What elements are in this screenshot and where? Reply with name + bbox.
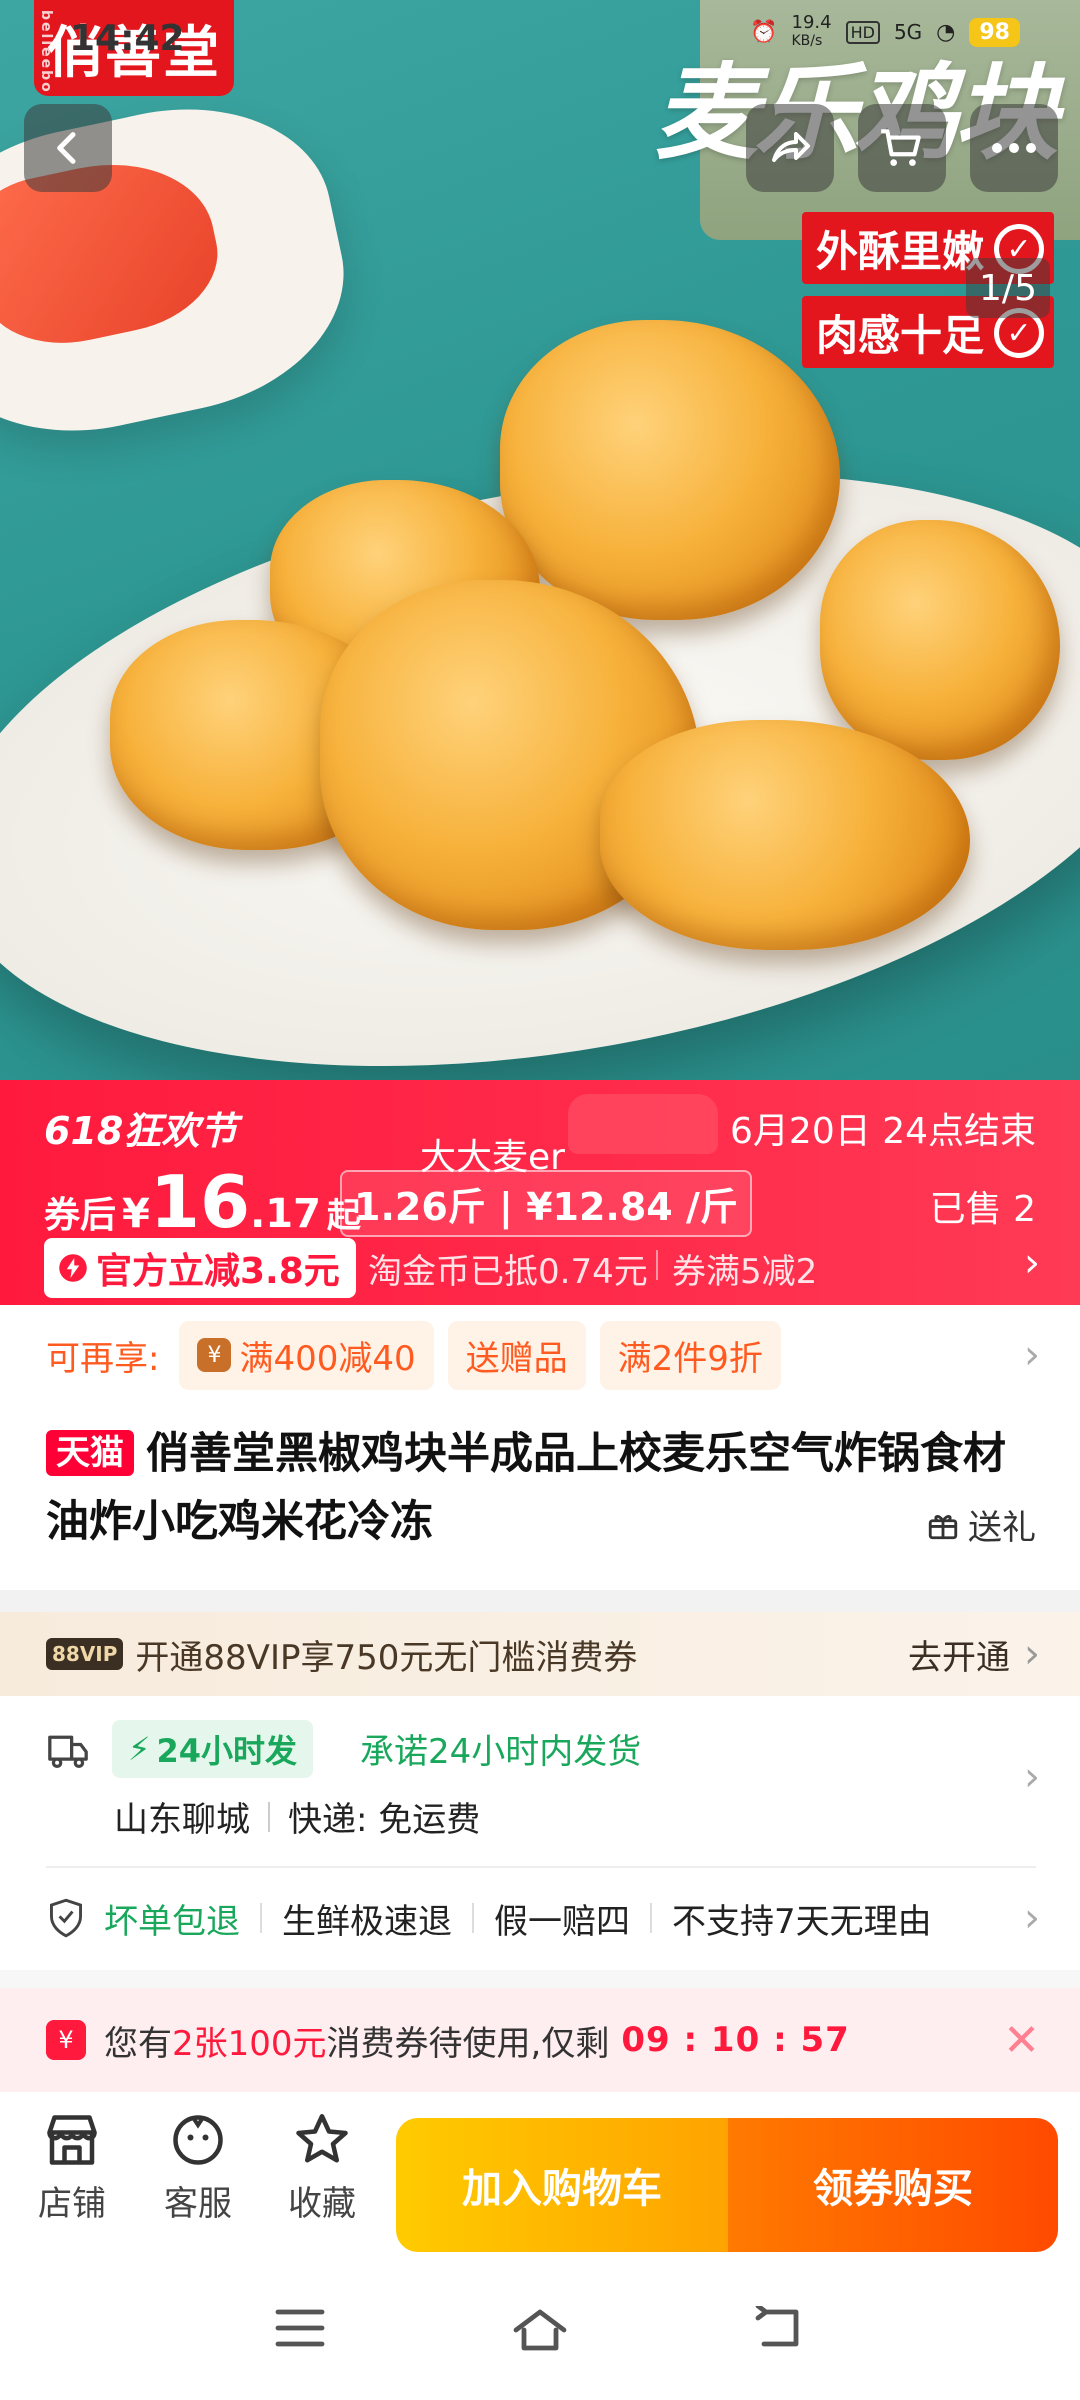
cart-button[interactable] xyxy=(858,104,946,192)
promo-end-time: 6月20日 24点结束 xyxy=(730,1111,1036,1152)
cart-icon xyxy=(881,129,921,166)
lightning-icon xyxy=(59,1254,87,1282)
guarantee-item: 假一赔四 xyxy=(494,1901,630,1942)
guarantee-item: 不支持7天无理由 xyxy=(672,1901,932,1942)
extra-benefits-row[interactable]: 可再享: ¥ 满400减40 送赠品 满2件9折 › xyxy=(0,1305,1080,1405)
status-time: 14:42 xyxy=(70,18,185,59)
chevron-right-icon[interactable]: › xyxy=(1024,1332,1040,1378)
fast-ship-badge: ⚡ 24小时发 xyxy=(112,1720,314,1778)
claim-coupon-buy-button[interactable]: 领券购买 xyxy=(728,2118,1058,2252)
chicken-nugget xyxy=(500,320,840,620)
lightning-icon: ⚡ xyxy=(128,1730,151,1768)
gift-icon xyxy=(928,1514,958,1539)
divider xyxy=(472,1903,474,1933)
ship-origin: 山东聊城 xyxy=(114,1800,250,1840)
ship-info: 山东聊城 快递: 免运费 xyxy=(114,1792,480,1841)
shipping-fee: 快递: 免运费 xyxy=(288,1800,481,1840)
back-arrow-icon xyxy=(57,132,76,164)
back-button[interactable] xyxy=(24,104,112,192)
customer-service-button[interactable]: 客服 xyxy=(148,2110,248,2225)
guarantees-row[interactable]: 坏单包退 生鲜极速退 假一赔四 不支持7天无理由 › xyxy=(0,1868,1080,1968)
share-icon xyxy=(772,132,810,162)
coupon-icon: ¥ xyxy=(46,2020,86,2060)
divider xyxy=(260,1903,262,1933)
truck-icon xyxy=(48,1735,88,1768)
yen-icon: ¥ xyxy=(197,1338,232,1372)
taojinbi-text: 淘金币已抵0.74元 xyxy=(368,1252,648,1292)
star-icon xyxy=(296,2114,348,2163)
price-after-coupon: 券后 ¥ 16 .17 起 xyxy=(44,1160,361,1244)
chevron-right-icon: › xyxy=(1024,1631,1040,1677)
reminder-suffix: 消费券待使用,仅剩 xyxy=(326,2023,610,2064)
guarantee-item: 坏单包退 xyxy=(104,1901,240,1942)
menu-icon[interactable] xyxy=(274,2306,326,2350)
benefit-chip: ¥ 满400减40 xyxy=(179,1320,434,1390)
ship-promise: 承诺24小时内发货 xyxy=(360,1732,642,1772)
favorite-button[interactable]: 收藏 xyxy=(272,2110,372,2225)
section-separator xyxy=(0,1590,1080,1612)
vip-open-link[interactable]: 去开通 › xyxy=(908,1630,1040,1679)
divider xyxy=(656,1250,658,1280)
section-separator xyxy=(0,1970,1080,1988)
coupon-threshold-text: 券满5减2 xyxy=(672,1252,818,1292)
more-button[interactable] xyxy=(970,104,1058,192)
add-to-cart-button[interactable]: 加入购物车 xyxy=(396,2118,728,2252)
reminder-prefix: 您有 xyxy=(104,2023,172,2064)
sold-count: 已售 2 xyxy=(929,1189,1036,1230)
image-counter: 1/5 xyxy=(966,258,1050,318)
delivery-section[interactable]: ⚡ 24小时发 承诺24小时内发货 山东聊城 快递: 免运费 › xyxy=(0,1696,1080,1866)
official-discount-badge: 官方立减3.8元 xyxy=(44,1238,356,1298)
divider xyxy=(268,1801,270,1832)
back-icon[interactable] xyxy=(752,2306,804,2350)
chevron-right-icon[interactable]: › xyxy=(1024,1754,1040,1800)
coupon-reminder[interactable]: ¥ 您有 2张100元 消费券待使用,仅剩 09 : 10 : 57 ✕ xyxy=(0,1988,1080,2092)
home-icon[interactable] xyxy=(510,2306,570,2354)
vip-text: 开通88VIP享750元无门槛消费券 xyxy=(135,1637,638,1678)
tmall-cat-icon xyxy=(568,1094,718,1154)
reminder-highlight: 2张100元 xyxy=(172,2023,327,2064)
benefit-chip: 满2件9折 xyxy=(599,1320,781,1390)
share-button[interactable] xyxy=(746,104,834,192)
service-face-icon xyxy=(173,2115,223,2165)
bottom-action-bar: 店铺 客服 收藏 加入购物车 领券购买 xyxy=(0,2092,1080,2262)
countdown-timer: 09 : 10 : 57 xyxy=(621,2020,850,2060)
benefit-chip: 送赠品 xyxy=(447,1320,586,1390)
promo-name: 618狂欢节 xyxy=(44,1109,238,1153)
guarantee-item: 生鲜极速退 xyxy=(282,1901,452,1942)
benefits-heading: 可再享: xyxy=(46,1338,160,1379)
system-navigation-bar xyxy=(0,2262,1080,2400)
chevron-right-icon[interactable]: › xyxy=(1024,1240,1040,1286)
shop-icon xyxy=(47,2115,97,2165)
more-dots-icon xyxy=(992,143,1036,153)
price-banner[interactable]: 618狂欢节 大大麦er 6月20日 24点结束 券后 ¥ 16 .17 起 1… xyxy=(0,1080,1080,1305)
vip-badge: 88VIP xyxy=(46,1638,124,1670)
product-title-text: 俏善堂黑椒鸡块半成品上校麦乐空气炸锅食材油炸小吃鸡米花冷冻 xyxy=(46,1429,1006,1547)
unit-price: 1.26斤 | ¥12.84 /斤 xyxy=(340,1170,752,1237)
shop-button[interactable]: 店铺 xyxy=(22,2110,122,2225)
shield-icon xyxy=(50,1898,82,1938)
close-icon[interactable]: ✕ xyxy=(1003,2015,1040,2066)
vip-row[interactable]: 88VIP 开通88VIP享750元无门槛消费券 去开通 › xyxy=(0,1612,1080,1696)
product-image-carousel[interactable]: belleebo 俏善堂 14:42 ⏰ 19.4 KB/s HD 5G ◔ 98… xyxy=(0,0,1080,1080)
product-title: 天猫 俏善堂黑椒鸡块半成品上校麦乐空气炸锅食材油炸小吃鸡米花冷冻 xyxy=(46,1420,1036,1556)
tmall-badge: 天猫 xyxy=(46,1430,134,1476)
send-gift-button[interactable]: 送礼 xyxy=(926,1500,1036,1549)
divider xyxy=(650,1903,652,1933)
chevron-right-icon[interactable]: › xyxy=(1024,1895,1040,1941)
brand-sub: belleebo xyxy=(38,10,54,94)
